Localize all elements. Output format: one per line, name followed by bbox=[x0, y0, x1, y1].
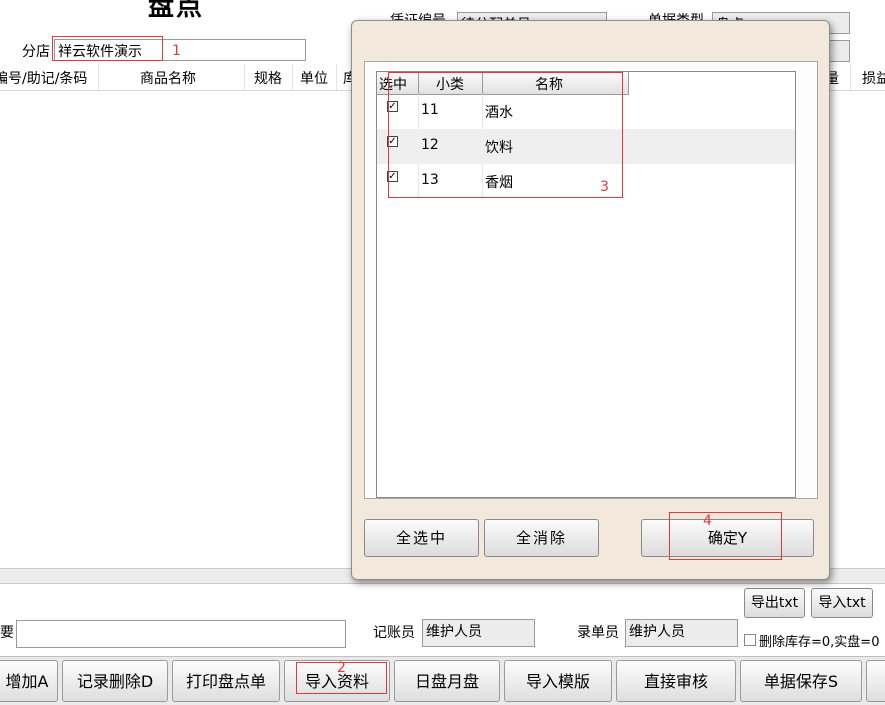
direct-approve-button[interactable]: 直接审核 bbox=[616, 660, 736, 702]
annotation-box-4 bbox=[669, 512, 782, 560]
print-count-sheet-button[interactable]: 打印盘点单 bbox=[172, 660, 280, 702]
clear-all-button[interactable]: 全消除 bbox=[484, 519, 599, 557]
branch-label: 分店 bbox=[22, 44, 50, 60]
accountant-field: 维护人员 bbox=[422, 619, 535, 647]
delete-stock-label: 删除库存=0,实盘=0 bbox=[759, 635, 880, 650]
annotation-box-3 bbox=[388, 72, 623, 198]
page-title: 盘点 bbox=[148, 0, 205, 22]
annotation-box-1 bbox=[52, 36, 163, 61]
category-select-dialog: 选中 小类 名称 ✓ 11 酒水 ✓ 12 饮料 ✓ 13 香烟 3 全选中 全… bbox=[351, 20, 830, 580]
col-header-code: 编号/助记/条码 bbox=[0, 71, 88, 87]
annotation-number-4: 4 bbox=[703, 513, 712, 529]
summary-field[interactable] bbox=[16, 620, 346, 648]
save-document-button[interactable]: 单据保存S bbox=[740, 660, 862, 702]
daily-monthly-count-button[interactable]: 日盘月盘 bbox=[394, 660, 500, 702]
col-header-spec: 规格 bbox=[254, 71, 282, 87]
annotation-number-1: 1 bbox=[172, 43, 181, 59]
select-all-button[interactable]: 全选中 bbox=[364, 519, 479, 557]
add-button[interactable]: 增加A bbox=[0, 660, 58, 702]
recorder-field: 维护人员 bbox=[625, 619, 738, 647]
delete-record-button[interactable]: 记录删除D bbox=[62, 660, 168, 702]
import-txt-button[interactable]: 导入txt bbox=[811, 588, 873, 618]
col-header-profit: 损益 bbox=[862, 71, 885, 87]
summary-label: 要 bbox=[0, 625, 14, 641]
annotation-number-2: 2 bbox=[337, 660, 346, 676]
bottom-toolbar: 增加A 记录删除D 打印盘点单 导入资料 日盘月盘 导入模版 直接审核 单据保存… bbox=[0, 656, 885, 705]
col-header-name: 商品名称 bbox=[140, 71, 196, 87]
import-template-button[interactable]: 导入模版 bbox=[504, 660, 612, 702]
more-button[interactable] bbox=[866, 660, 885, 702]
accountant-label: 记账员 bbox=[373, 625, 415, 641]
delete-stock-checkbox[interactable] bbox=[744, 634, 756, 646]
annotation-number-3: 3 bbox=[600, 179, 609, 195]
export-txt-button[interactable]: 导出txt bbox=[744, 588, 805, 618]
col-header-unit: 单位 bbox=[300, 71, 328, 87]
recorder-label: 录单员 bbox=[577, 625, 619, 641]
